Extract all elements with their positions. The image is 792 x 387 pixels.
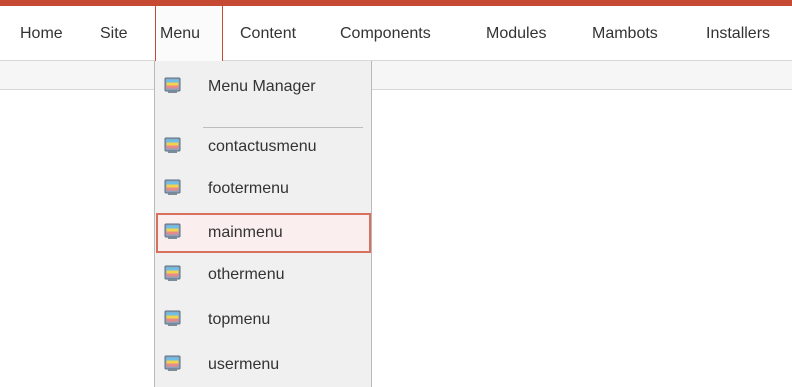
menu-icon: [164, 223, 181, 240]
menubar-item-menu[interactable]: Menu: [155, 6, 223, 61]
dropdown-item-menu-manager[interactable]: Menu Manager: [156, 67, 371, 107]
dropdown-item-label: contactusmenu: [208, 138, 317, 155]
dropdown-item-label: Menu Manager: [208, 78, 316, 95]
submenu-bar: [0, 61, 792, 90]
menu-icon: [164, 265, 181, 282]
menu-dropdown: Menu Manager contactusmenu footermenu ma…: [154, 61, 372, 387]
menubar-item-mambots[interactable]: Mambots: [592, 6, 658, 61]
menu-icon: [164, 355, 181, 372]
dropdown-item-contactusmenu[interactable]: contactusmenu: [156, 127, 371, 167]
menubar-item-content[interactable]: Content: [240, 6, 296, 61]
menubar-item-components[interactable]: Components: [340, 6, 431, 61]
main-menubar: Home Site Menu Content Components Module…: [0, 6, 792, 61]
dropdown-item-label: topmenu: [208, 311, 271, 328]
menubar-item-installers[interactable]: Installers: [706, 6, 770, 61]
dropdown-item-othermenu[interactable]: othermenu: [156, 255, 371, 295]
dropdown-item-usermenu[interactable]: usermenu: [156, 345, 371, 385]
menubar-item-site[interactable]: Site: [100, 6, 128, 61]
menubar-item-home[interactable]: Home: [20, 6, 63, 61]
dropdown-item-label: usermenu: [208, 356, 280, 373]
menu-icon: [164, 310, 181, 327]
dropdown-item-mainmenu[interactable]: mainmenu: [156, 213, 371, 253]
dropdown-item-label: mainmenu: [208, 224, 283, 241]
dropdown-item-topmenu[interactable]: topmenu: [156, 300, 371, 340]
menu-icon: [164, 77, 181, 94]
menu-icon: [164, 137, 181, 154]
dropdown-item-label: footermenu: [208, 180, 289, 197]
dropdown-item-footermenu[interactable]: footermenu: [156, 169, 371, 209]
dropdown-item-label: othermenu: [208, 266, 285, 283]
menu-icon: [164, 179, 181, 196]
menubar-item-modules[interactable]: Modules: [486, 6, 546, 61]
